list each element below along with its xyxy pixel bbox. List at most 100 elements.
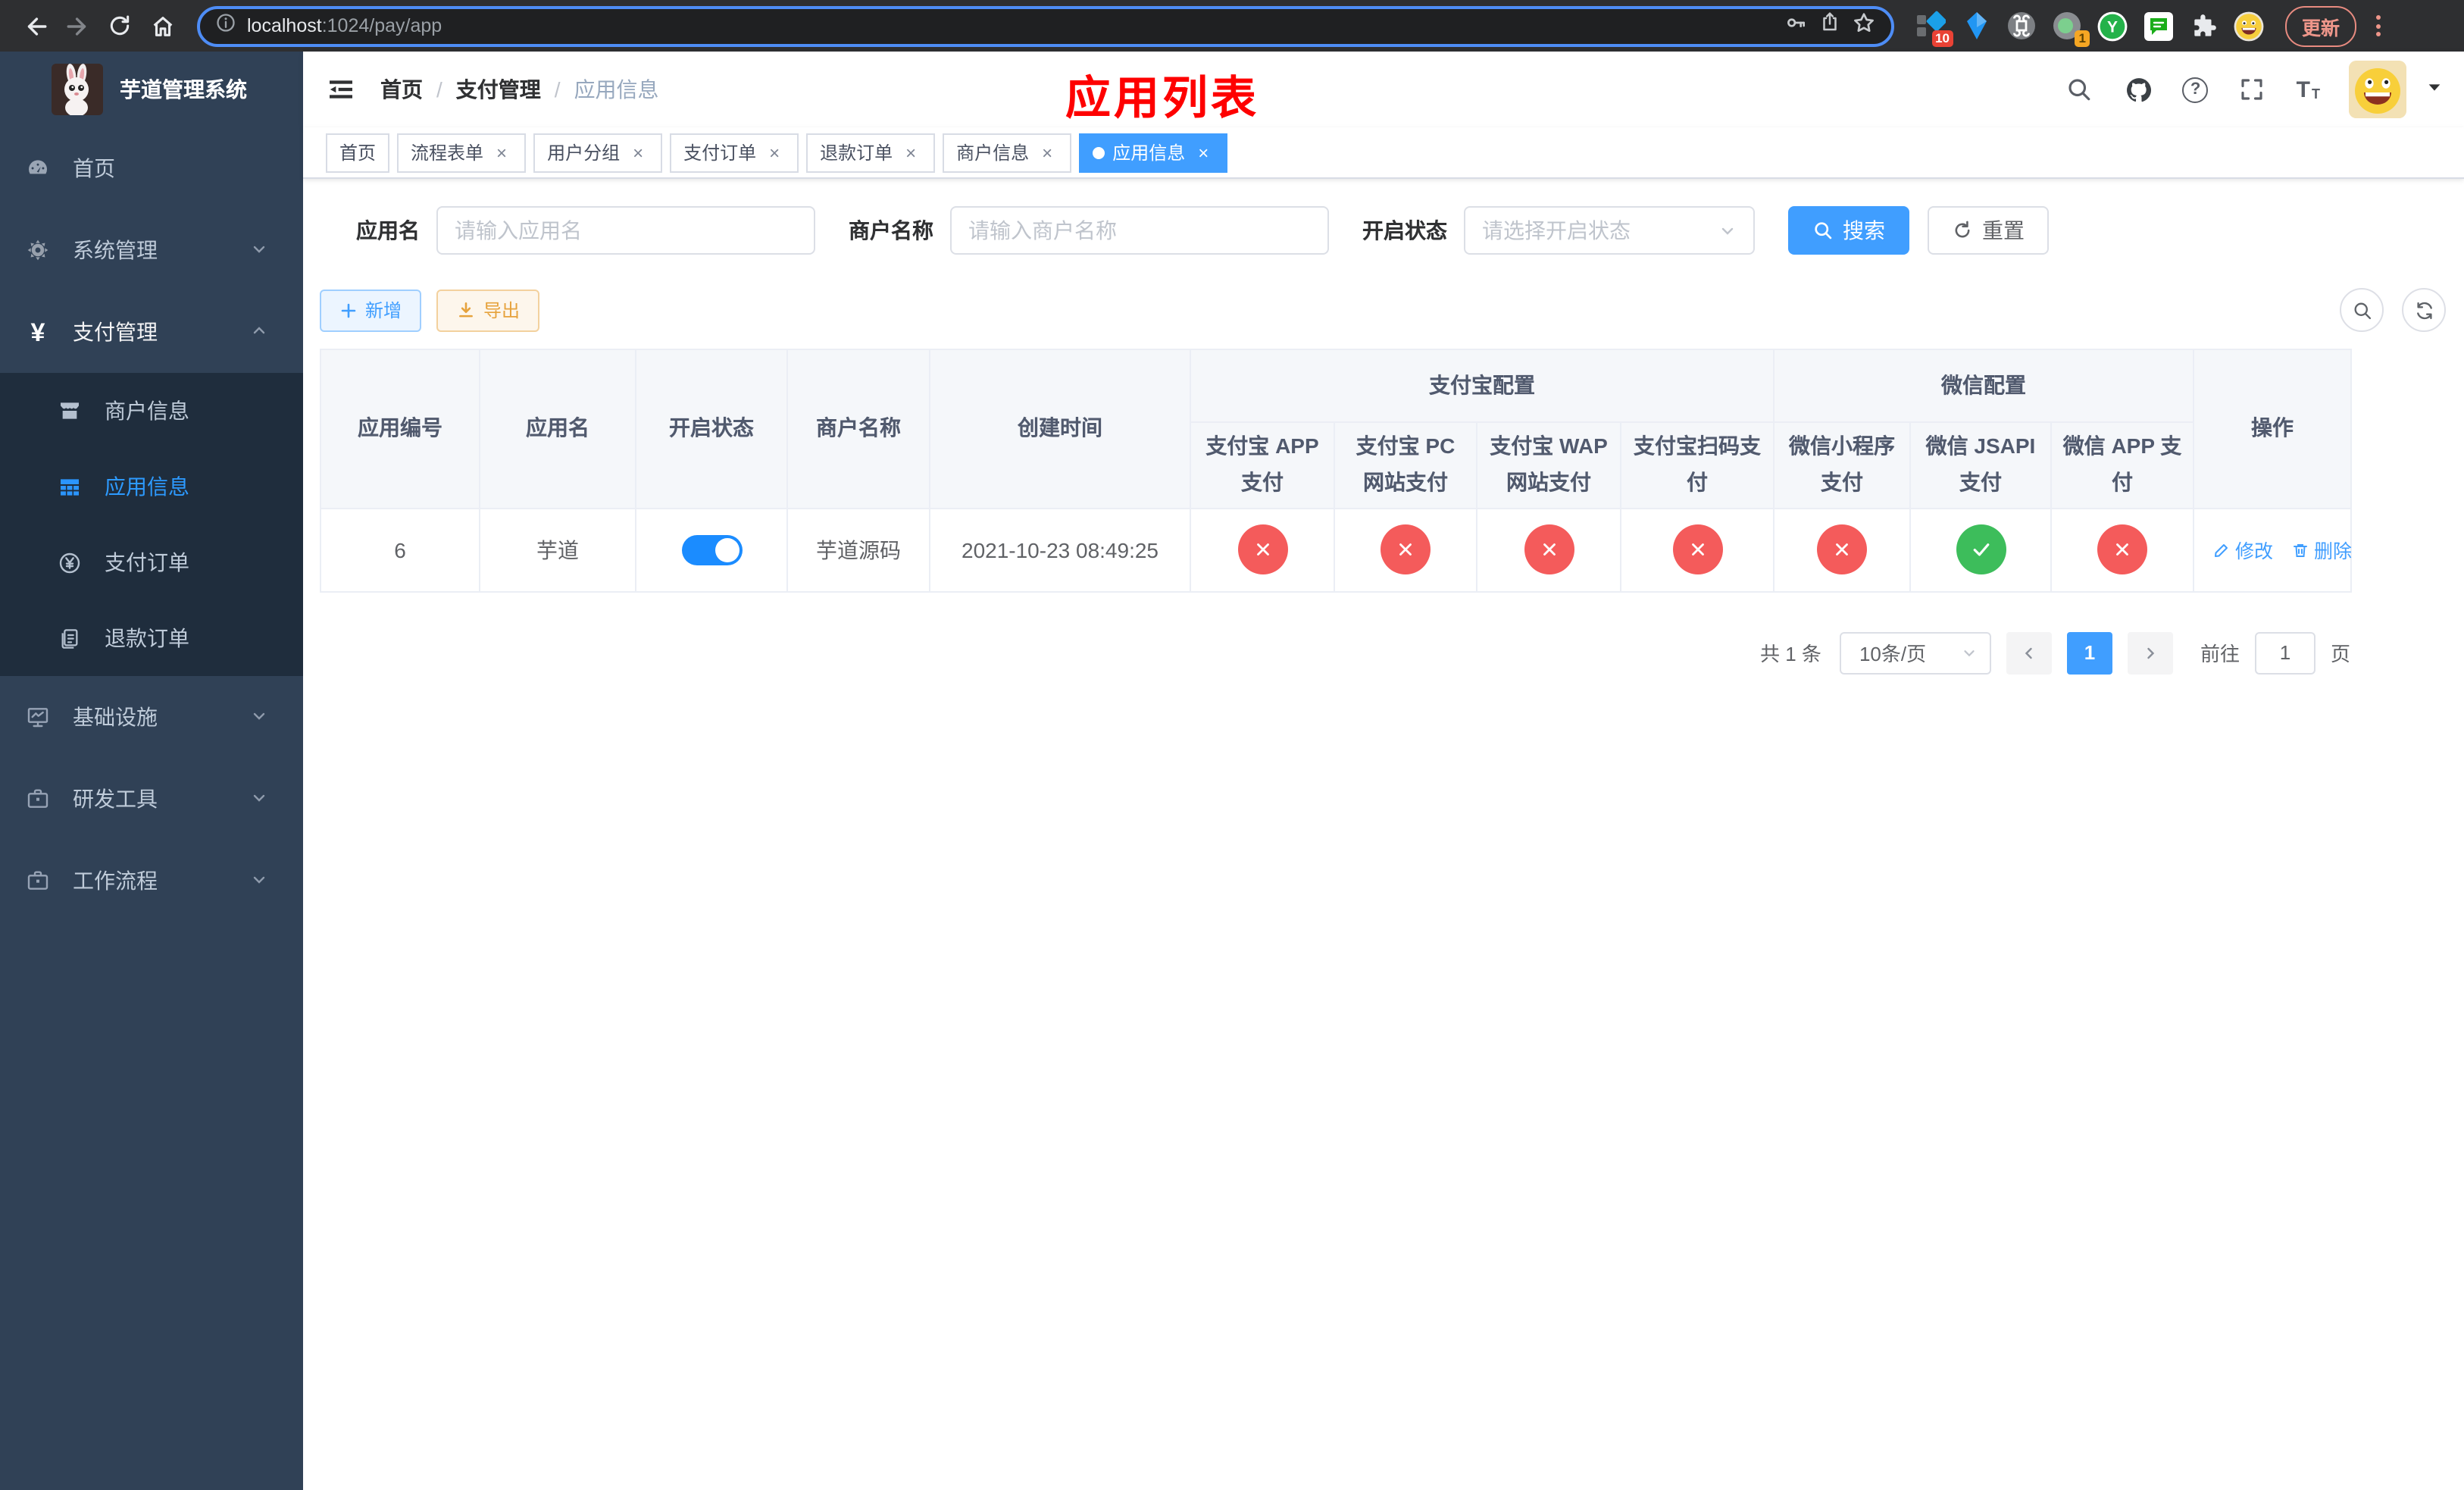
docs-question-icon[interactable]: ? [2182, 77, 2209, 102]
sidebar-item-home[interactable]: 首页 [0, 127, 303, 209]
grid-table-icon [58, 474, 82, 499]
caret-down-icon[interactable] [2426, 76, 2443, 103]
status-alipay-pc-fail-icon [1381, 524, 1431, 575]
extension-tampermonkey-icon[interactable]: 10 [1915, 11, 1953, 47]
document-copy-icon [58, 626, 82, 650]
share-icon[interactable] [1818, 11, 1841, 41]
cell-created: 2021-10-23 08:49:25 [929, 507, 1191, 593]
tag-refund-order[interactable]: 退款订单 × [806, 133, 936, 172]
page-size-select[interactable]: 10条/页 [1839, 631, 1991, 675]
add-button[interactable]: 新增 [320, 289, 422, 331]
reset-button[interactable]: 重置 [1928, 206, 2049, 255]
goto-page-input[interactable] [2254, 631, 2315, 675]
close-icon[interactable]: × [627, 142, 649, 163]
extension-command-icon[interactable] [2006, 11, 2037, 41]
extensions-puzzle-icon[interactable] [2188, 11, 2219, 41]
screen: localhost:1024/pay/app 10 1 Y 更新 芋道管理系统 … [0, 0, 2464, 1490]
delete-button[interactable]: 删除 [2291, 535, 2352, 564]
close-icon[interactable]: × [764, 142, 785, 163]
sidebar-fold-icon[interactable] [326, 74, 356, 105]
merchant-name-input[interactable] [950, 206, 1329, 255]
back-icon[interactable] [15, 6, 55, 45]
merchant-name-label: 商户名称 [849, 218, 933, 243]
extension-kite-icon[interactable] [1961, 11, 1991, 41]
extension-toolbar: 10 1 Y [1915, 11, 2264, 47]
site-info-icon[interactable] [215, 11, 236, 40]
search-icon[interactable] [2065, 74, 2095, 105]
close-icon[interactable]: × [900, 142, 921, 163]
svg-text:Y: Y [2107, 17, 2118, 35]
sidebar-item-refund-order[interactable]: 退款订单 [0, 600, 303, 676]
breadcrumb-current: 应用信息 [574, 77, 659, 102]
refresh-button[interactable] [2402, 288, 2446, 332]
edit-button[interactable]: 修改 [2212, 535, 2273, 564]
search-button[interactable]: 搜索 [1788, 206, 1909, 255]
sidebar-menu: 首页 系统管理 ¥ 支付管理 商户信息 应用信息 支付订单 退款订单 基础设施 … [0, 127, 303, 922]
sidebar-item-payment[interactable]: ¥ 支付管理 [0, 291, 303, 373]
sidebar: 芋道管理系统 首页 系统管理 ¥ 支付管理 商户信息 应用信息 支付订单 退款订… [0, 52, 303, 1490]
password-key-icon[interactable] [1784, 10, 1808, 42]
page-number-button[interactable]: 1 [2066, 631, 2112, 675]
tag-pay-order[interactable]: 支付订单 × [670, 133, 799, 172]
user-avatar[interactable] [2349, 61, 2406, 118]
extension-badge: 1 [2075, 30, 2090, 47]
font-size-icon[interactable]: TT [2297, 78, 2320, 101]
tag-home[interactable]: 首页 [326, 133, 390, 172]
breadcrumb-home[interactable]: 首页 [380, 74, 423, 105]
export-button[interactable]: 导出 [436, 289, 540, 331]
sidebar-item-label: 商户信息 [105, 399, 189, 423]
sidebar-logo[interactable]: 芋道管理系统 [0, 52, 303, 127]
breadcrumb-separator: / [436, 77, 442, 102]
profile-avatar-icon[interactable] [2234, 11, 2264, 41]
sidebar-item-label: 首页 [73, 156, 115, 180]
sidebar-item-infrastructure[interactable]: 基础设施 [0, 676, 303, 758]
github-icon[interactable] [2124, 74, 2154, 105]
close-icon[interactable]: × [1037, 142, 1058, 163]
status-toggle[interactable] [681, 534, 742, 565]
status-label: 开启状态 [1362, 218, 1447, 243]
sidebar-item-system[interactable]: 系统管理 [0, 209, 303, 291]
hide-search-button[interactable] [2340, 288, 2384, 332]
table-toolbar: 新增 导出 [320, 288, 2446, 332]
yen-icon: ¥ [30, 318, 45, 346]
tag-process-form[interactable]: 流程表单 × [397, 133, 527, 172]
sidebar-item-workflow[interactable]: 工作流程 [0, 840, 303, 922]
col-header-wechat-jsapi: 微信 JSAPI 支付 [1909, 421, 2052, 509]
close-icon[interactable]: × [1193, 142, 1214, 163]
sidebar-item-merchant-info[interactable]: 商户信息 [0, 373, 303, 449]
breadcrumb-section[interactable]: 支付管理 [456, 74, 541, 105]
tag-merchant-info[interactable]: 商户信息 × [943, 133, 1072, 172]
breadcrumb-separator: / [554, 77, 561, 102]
app-name-input[interactable] [436, 206, 815, 255]
next-page-button[interactable] [2127, 631, 2173, 675]
extension-chat-icon[interactable] [2143, 11, 2173, 41]
sidebar-item-pay-order[interactable]: 支付订单 [0, 524, 303, 600]
tag-app-info[interactable]: 应用信息 × [1079, 133, 1228, 172]
col-header-status: 开启状态 [635, 349, 788, 509]
status-select[interactable]: 请选择开启状态 [1464, 206, 1755, 255]
filter-app-name: 应用名 [356, 206, 815, 255]
reload-icon[interactable] [100, 6, 139, 45]
download-icon [459, 302, 473, 318]
bookmark-star-icon[interactable] [1852, 10, 1876, 42]
monitor-chart-icon [26, 705, 50, 729]
url-text[interactable]: localhost:1024/pay/app [247, 15, 442, 36]
extension-yudao-icon[interactable]: Y [2097, 11, 2128, 41]
col-header-wechat-mini: 微信小程序支付 [1773, 421, 1911, 509]
address-bar[interactable]: localhost:1024/pay/app [197, 5, 1894, 46]
yen-circle-icon [58, 550, 82, 574]
close-icon[interactable]: × [491, 142, 512, 163]
sidebar-item-dev-tools[interactable]: 研发工具 [0, 758, 303, 840]
store-icon [58, 399, 82, 423]
prev-page-button[interactable] [2006, 631, 2052, 675]
chrome-update-button[interactable]: 更新 [2285, 5, 2357, 46]
fullscreen-icon[interactable] [2237, 74, 2268, 105]
chrome-menu-icon[interactable] [2366, 9, 2390, 42]
home-icon[interactable] [142, 6, 182, 45]
sidebar-item-app-info[interactable]: 应用信息 [0, 449, 303, 524]
tag-user-group[interactable]: 用户分组 × [533, 133, 663, 172]
status-alipay-wap-fail-icon [1524, 524, 1574, 575]
forward-icon[interactable] [58, 6, 97, 45]
logo-rabbit-avatar [52, 64, 103, 115]
extension-proxy-icon[interactable]: 1 [2052, 11, 2090, 47]
